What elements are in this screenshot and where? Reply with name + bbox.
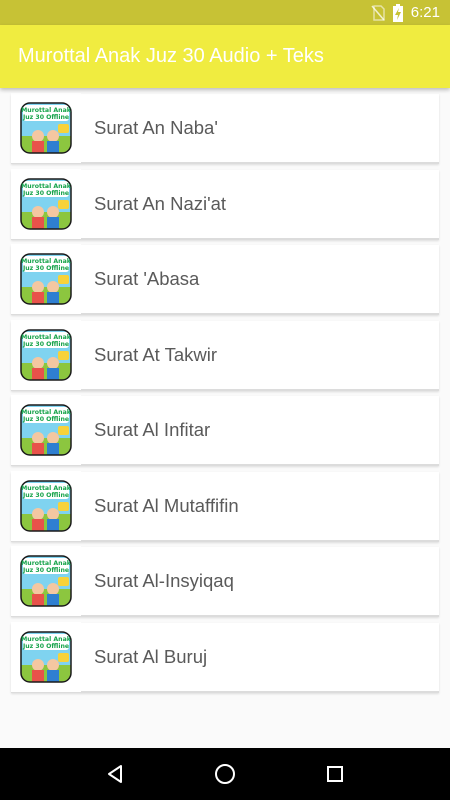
- thumb-text-line2: Juz 30 Offline: [22, 416, 69, 423]
- surah-label: Surat Al Buruj: [94, 645, 208, 667]
- list-item[interactable]: Murottal Anak Juz 30 Offline Surat An Naba…: [11, 93, 439, 164]
- status-time: 6:21: [410, 4, 440, 21]
- app-logo-thumbnail: Murottal Anak Juz 30 Offline: [11, 244, 81, 314]
- back-icon[interactable]: [95, 754, 135, 794]
- battery-charging-icon: [392, 3, 403, 22]
- thumb-text-line2: Juz 30 Offline: [22, 341, 69, 348]
- app-logo-thumbnail: Murottal Anak Juz 30 Offline: [11, 546, 81, 616]
- list-item[interactable]: Murottal Anak Juz 30 Offline Surat Al-Insy…: [11, 546, 439, 617]
- surah-list: Murottal Anak Juz 30 Offline Surat An Naba…: [0, 88, 450, 748]
- thumb-text-line2: Juz 30 Offline: [22, 114, 69, 121]
- app-logo-thumbnail: Murottal Anak Juz 30 Offline: [11, 168, 81, 239]
- thumb-text-line1: Murottal Anak: [21, 560, 72, 567]
- surah-label: Surat Al-Insyiqaq: [94, 570, 234, 591]
- app-logo-thumbnail: Murottal Anak Juz 30 Offline: [11, 93, 81, 163]
- thumb-text-line1: Murottal Anak: [21, 183, 72, 190]
- app-logo-thumbnail: Murottal Anak Juz 30 Offline: [11, 395, 81, 465]
- thumb-text-line1: Murottal Anak: [21, 334, 72, 341]
- thumb-text-line1: Murottal Anak: [21, 409, 72, 416]
- thumb-text-line1: Murottal Anak: [21, 485, 72, 492]
- surah-label: Surat An Naba': [94, 117, 218, 138]
- thumb-text-line2: Juz 30 Offline: [22, 492, 69, 499]
- list-item[interactable]: Murottal Anak Juz 30 Offline Surat 'Abasa: [11, 244, 439, 315]
- home-icon[interactable]: [205, 754, 245, 794]
- thumb-text-line2: Juz 30 Offline: [22, 643, 69, 650]
- surah-label: Surat Al Mutaffifin: [94, 494, 239, 516]
- navigation-bar: [0, 748, 450, 800]
- recents-icon[interactable]: [315, 754, 355, 794]
- no-sim-icon: [371, 4, 385, 21]
- list-item[interactable]: Murottal Anak Juz 30 Offline Surat At Takw…: [11, 319, 439, 391]
- surah-label: Surat 'Abasa: [94, 268, 200, 289]
- app-bar: Murottal Anak Juz 30 Audio + Teks: [0, 25, 450, 88]
- thumb-text-line1: Murottal Anak: [21, 258, 72, 265]
- thumb-text-line2: Juz 30 Offline: [22, 567, 69, 574]
- app-logo-thumbnail: Murottal Anak Juz 30 Offline: [11, 621, 81, 692]
- surah-label: Surat At Takwir: [94, 343, 218, 365]
- thumb-text-line2: Juz 30 Offline: [22, 190, 69, 197]
- list-item[interactable]: Murottal Anak Juz 30 Offline Surat Al Buru…: [11, 621, 439, 693]
- thumb-text-line2: Juz 30 Offline: [22, 265, 69, 272]
- list-item[interactable]: Murottal Anak Juz 30 Offline Surat Al Infi…: [11, 395, 439, 466]
- status-bar: 6:21: [0, 0, 450, 25]
- thumb-text-line1: Murottal Anak: [21, 636, 72, 643]
- app-logo-thumbnail: Murottal Anak Juz 30 Offline: [11, 470, 81, 541]
- app-title: Murottal Anak Juz 30 Audio + Teks: [18, 45, 324, 67]
- app-logo-thumbnail: Murottal Anak Juz 30 Offline: [11, 319, 81, 390]
- surah-label: Surat Al Infitar: [94, 419, 211, 440]
- surah-label: Surat An Nazi'at: [94, 192, 227, 214]
- thumb-text-line1: Murottal Anak: [21, 107, 72, 114]
- list-item[interactable]: Murottal Anak Juz 30 Offline Surat An Nazi…: [11, 168, 439, 240]
- list-item[interactable]: Murottal Anak Juz 30 Offline Surat Al Muta…: [11, 470, 439, 542]
